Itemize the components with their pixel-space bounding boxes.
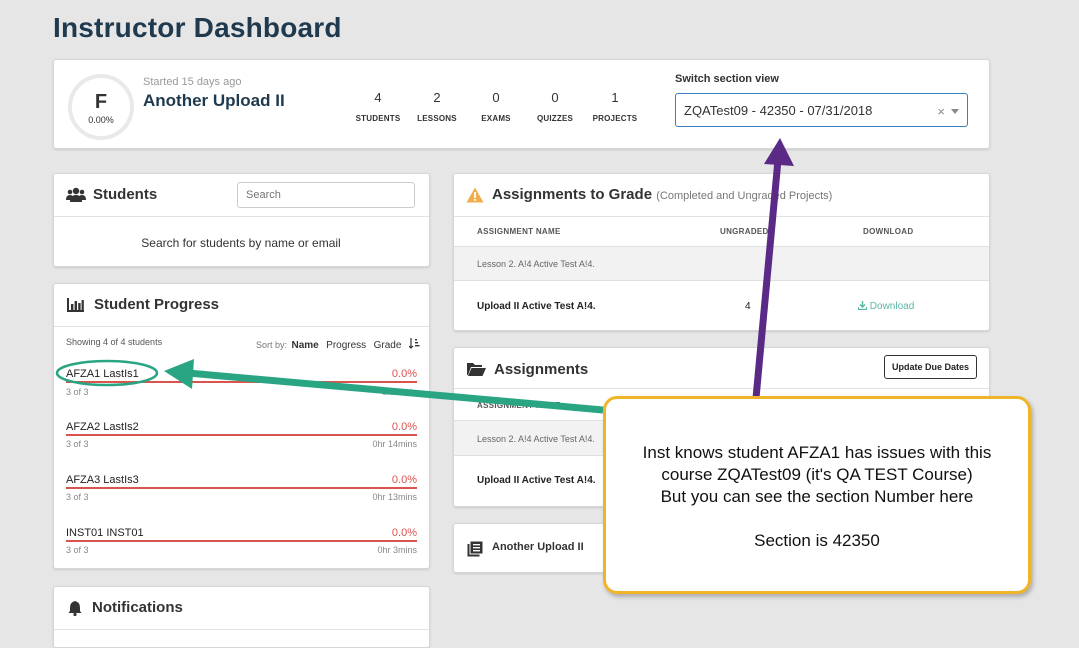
teal-arrow-head xyxy=(164,359,194,389)
callout-line: But you can see the section Number here xyxy=(660,487,974,506)
purple-arrow-line xyxy=(752,159,782,399)
callout-line: course ZQATest09 (it's QA TEST Course) xyxy=(661,465,973,484)
teal-arrow-line xyxy=(187,369,604,414)
purple-arrow-head xyxy=(764,138,794,166)
callout-line: Inst knows student AFZA1 has issues with… xyxy=(642,443,992,462)
annotation-callout: Inst knows student AFZA1 has issues with… xyxy=(603,396,1031,594)
callout-line: Section is 42350 xyxy=(754,531,880,550)
highlight-ellipse xyxy=(55,359,159,387)
